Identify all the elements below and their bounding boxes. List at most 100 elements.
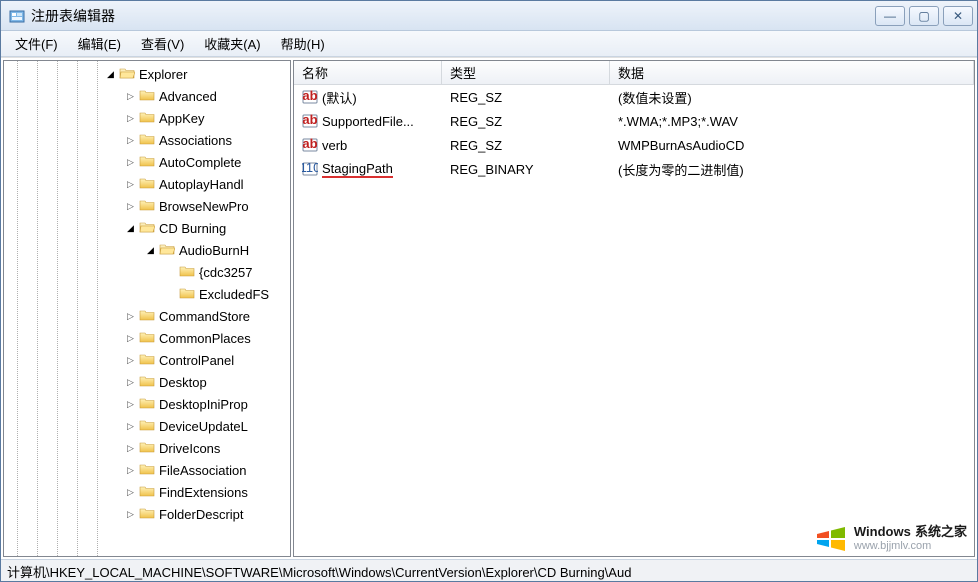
folder-icon [137,440,159,457]
tree-item[interactable]: ▷ FolderDescript [4,503,290,525]
tree-item-label: DeviceUpdateL [159,419,248,434]
expand-icon[interactable]: ▷ [124,508,137,521]
value-name: verb [322,138,347,153]
folder-icon [137,396,159,413]
menu-edit[interactable]: 编辑(E) [68,31,131,56]
folder-icon [117,66,139,83]
value-name: StagingPath [322,161,393,178]
minimize-button[interactable]: — [875,6,905,26]
cell-data: (长度为零的二进制值) [610,160,974,179]
tree-item-label: CD Burning [159,221,226,236]
expand-icon[interactable]: ▷ [124,420,137,433]
expand-icon[interactable]: ▷ [124,398,137,411]
registry-editor-window: 注册表编辑器 — ▢ ✕ 文件(F) 编辑(E) 查看(V) 收藏夹(A) 帮助… [0,0,978,582]
list-row[interactable]: ab(默认)REG_SZ(数值未设置) [294,85,974,109]
expand-icon[interactable]: ▷ [124,112,137,125]
tree-item-label: BrowseNewPro [159,199,249,214]
tree-item-label: {cdc3257 [199,265,253,280]
folder-icon [137,220,159,237]
tree-item-label: AutoplayHandl [159,177,244,192]
expand-icon[interactable]: ▷ [124,332,137,345]
svg-text:ab: ab [302,137,317,151]
folder-icon [137,110,159,127]
folder-icon [137,154,159,171]
tree-item[interactable]: ▷ BrowseNewPro [4,195,290,217]
folder-icon [137,506,159,523]
cell-data: *.WMA;*.MP3;*.WAV [610,114,974,129]
tree-item-label: FolderDescript [159,507,244,522]
cell-type: REG_BINARY [442,162,610,177]
menu-file[interactable]: 文件(F) [5,31,68,56]
menu-favorites[interactable]: 收藏夹(A) [194,31,270,56]
tree-item[interactable]: ▷ DeviceUpdateL [4,415,290,437]
expand-icon[interactable]: ▷ [124,376,137,389]
expand-icon[interactable]: ▷ [124,464,137,477]
folder-icon [137,330,159,347]
tree-item-label: FindExtensions [159,485,248,500]
expand-icon[interactable]: ▷ [124,442,137,455]
tree-item[interactable]: ▷ FindExtensions [4,481,290,503]
menu-help[interactable]: 帮助(H) [271,31,335,56]
tree-item[interactable]: ▷ Associations [4,129,290,151]
tree-item-label: AppKey [159,111,205,126]
list-body[interactable]: ab(默认)REG_SZ(数值未设置)abSupportedFile...REG… [294,85,974,556]
list-row[interactable]: 110StagingPathREG_BINARY(长度为零的二进制值) [294,157,974,181]
tree-item[interactable]: ▷FileAssociation [4,459,290,481]
cell-name: abSupportedFile... [294,113,442,129]
tree-item-label: CommandStore [159,309,250,324]
tree-item[interactable]: ▷DriveIcons [4,437,290,459]
folder-icon [137,308,159,325]
menu-view[interactable]: 查看(V) [131,31,194,56]
collapse-icon[interactable]: ◢ [124,222,137,235]
value-name: (默认) [322,88,357,107]
tree-item[interactable]: ▷Advanced [4,85,290,107]
tree-item[interactable]: ▷ AppKey [4,107,290,129]
tree-item[interactable]: ◢ CD Burning [4,217,290,239]
folder-icon [137,484,159,501]
tree-item[interactable]: ▷ CommandStore [4,305,290,327]
list-row[interactable]: abSupportedFile...REG_SZ*.WMA;*.MP3;*.WA… [294,109,974,133]
column-header-name[interactable]: 名称 [294,61,442,84]
tree-item[interactable]: ▷ControlPanel [4,349,290,371]
expand-icon[interactable]: ▷ [124,486,137,499]
cell-type: REG_SZ [442,90,610,105]
tree-item[interactable]: ▷ Desktop [4,371,290,393]
folder-icon [137,418,159,435]
expand-icon[interactable]: ▷ [124,134,137,147]
tree-item[interactable]: ▷{cdc3257 [4,261,290,283]
close-button[interactable]: ✕ [943,6,973,26]
tree-item[interactable]: ▷CommonPlaces [4,327,290,349]
list-row[interactable]: abverbREG_SZWMPBurnAsAudioCD [294,133,974,157]
expand-icon[interactable]: ▷ [124,156,137,169]
collapse-icon[interactable]: ◢ [144,244,157,257]
expand-icon[interactable]: ▷ [124,310,137,323]
tree-item[interactable]: ▷ExcludedFS [4,283,290,305]
maximize-button[interactable]: ▢ [909,6,939,26]
tree-item-label: AudioBurnH [179,243,249,258]
tree-item[interactable]: ▷ AutoplayHandl [4,173,290,195]
tree-item[interactable]: ◢ Explorer [4,63,290,85]
cell-type: REG_SZ [442,114,610,129]
svg-text:ab: ab [302,89,317,103]
tree-item[interactable]: ▷ AutoComplete [4,151,290,173]
expand-icon[interactable]: ▷ [124,90,137,103]
expand-icon[interactable]: ▷ [124,178,137,191]
cell-name: ab (默认) [294,88,442,107]
cell-name: abverb [294,137,442,153]
expand-icon[interactable]: ▷ [124,200,137,213]
expand-icon[interactable]: ▷ [124,354,137,367]
tree-item-label: Associations [159,133,232,148]
tree-item-label: Desktop [159,375,207,390]
tree-item-label: Explorer [139,67,187,82]
tree-item[interactable]: ▷DesktopIniProp [4,393,290,415]
column-header-type[interactable]: 类型 [442,61,610,84]
tree-pane[interactable]: ◢Explorer▷Advanced▷AppKey▷Associations▷A… [3,60,291,557]
folder-icon [137,132,159,149]
tree-item-label: AutoComplete [159,155,241,170]
window-title: 注册表编辑器 [31,6,875,26]
tree-item[interactable]: ◢ AudioBurnH [4,239,290,261]
column-header-data[interactable]: 数据 [610,61,974,84]
titlebar[interactable]: 注册表编辑器 — ▢ ✕ [1,1,977,31]
menubar: 文件(F) 编辑(E) 查看(V) 收藏夹(A) 帮助(H) [1,31,977,57]
collapse-icon[interactable]: ◢ [104,68,117,81]
